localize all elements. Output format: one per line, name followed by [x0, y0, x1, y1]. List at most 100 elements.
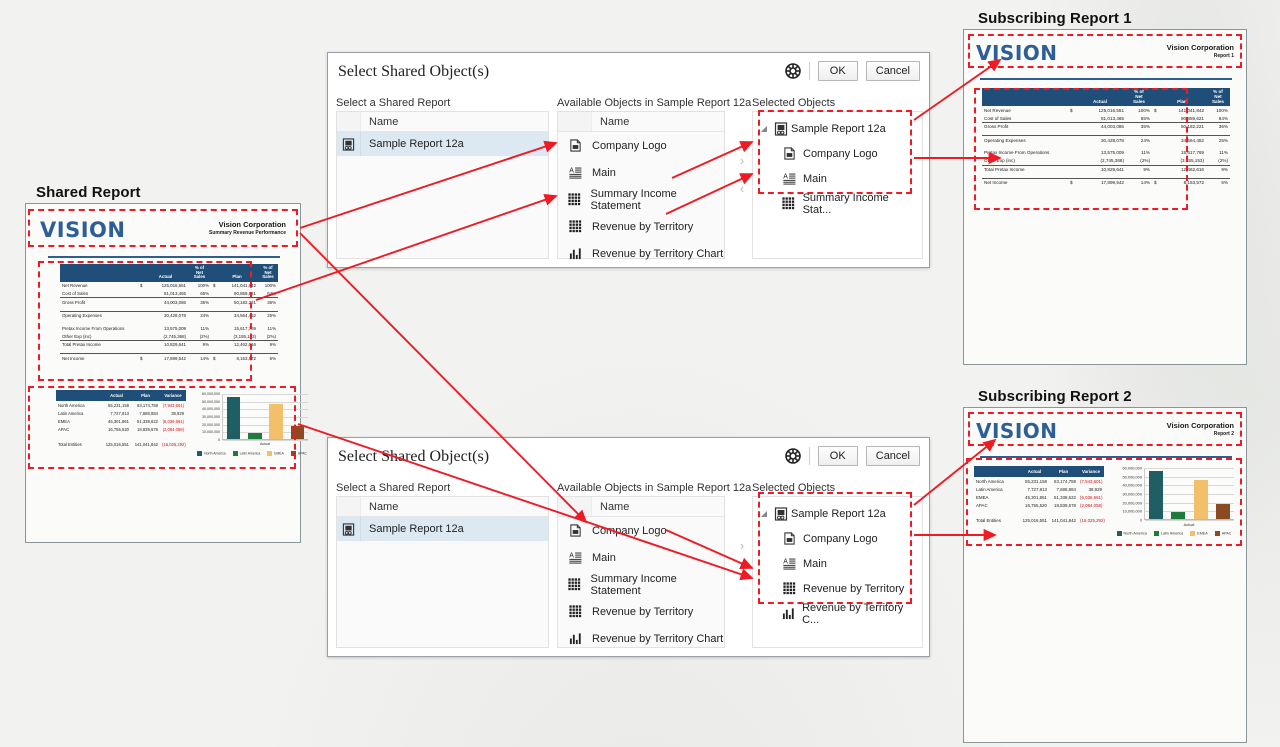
cell-pct-plan: 6%: [1206, 178, 1230, 186]
help-wheel-icon[interactable]: [785, 63, 801, 79]
row-label: Cost of Sales: [982, 114, 1068, 122]
list-item-sample-report-12a[interactable]: Sample Report 12a: [337, 517, 548, 541]
col-plan: Plan: [1158, 88, 1206, 106]
cell-pct-plan: 36%: [1206, 123, 1230, 131]
shared-report-list-panel[interactable]: Name Sample Report 12a: [336, 496, 549, 648]
row-label: Total Pretax Income: [982, 165, 1068, 173]
tree-root-node[interactable]: ◢ Sample Report 12a: [757, 116, 918, 141]
remove-from-selected-button[interactable]: ‹: [730, 181, 754, 196]
cell-pct-actual: (2%): [1126, 157, 1152, 165]
bar-latin-america: [248, 433, 262, 439]
select-shared-objects-dialog-1[interactable]: Select Shared Object(s) OK Cancel Select…: [327, 52, 930, 268]
chevron-collapse-icon[interactable]: ◢: [757, 124, 771, 133]
image-document-icon: [779, 532, 799, 545]
tree-root-node[interactable]: ◢ Sample Report 12a: [757, 501, 918, 526]
svg-text:A: A: [569, 553, 574, 560]
available-objects-list[interactable]: Company Logo A Main Summary Income State…: [558, 517, 724, 652]
revenue-by-territory-chart: 010,000,00020,000,00030,000,00040,000,00…: [1110, 464, 1238, 540]
cell-actual: 45,301,861: [1020, 493, 1049, 501]
table-row: Other Exp (inc) (2,745,368) (2%) (3,155,…: [60, 332, 278, 340]
cell-actual: 30,428,078: [143, 311, 188, 319]
list-header: Name: [558, 497, 724, 517]
ok-button[interactable]: OK: [818, 61, 858, 81]
y-axis-tick: 40,000,000: [1123, 483, 1142, 488]
list-item[interactable]: Company Logo: [558, 517, 724, 544]
cell-actual: 10,829,641: [1074, 165, 1126, 173]
y-axis-tick: 30,000,000: [202, 415, 220, 419]
cell-plan: (3,155,153): [1158, 157, 1206, 165]
sub2-corp-name: Vision Corporation: [1167, 421, 1234, 430]
list-item[interactable]: Summary Income Statement: [558, 571, 724, 598]
row-label: Net Income: [982, 178, 1068, 186]
help-wheel-icon[interactable]: [785, 448, 801, 464]
cell-pct-actual: 9%: [188, 341, 211, 349]
text-block-icon: A: [779, 557, 799, 570]
selected-objects-tree[interactable]: ◢ Sample Report 12a Company Logo A Main …: [757, 116, 918, 216]
tree-node-label: Revenue by Territory: [799, 583, 904, 595]
selected-objects-panel[interactable]: ◢ Sample Report 12a Company Logo A Main …: [752, 111, 923, 259]
row-label: APAC: [974, 501, 1020, 509]
ok-button[interactable]: OK: [818, 446, 858, 466]
cell-pct-actual: 24%: [1126, 136, 1152, 144]
shared-report-list-panel[interactable]: Name Sample Report 12a: [336, 111, 549, 259]
list-item[interactable]: A Main: [558, 544, 724, 571]
select-shared-objects-dialog-2[interactable]: Select Shared Object(s) OK Cancel Select…: [327, 437, 930, 657]
list-item[interactable]: Revenue by Territory: [558, 213, 724, 240]
tree-child-node[interactable]: Revenue by Territory: [757, 576, 918, 601]
tree-child-node[interactable]: Revenue by Territory C...: [757, 601, 918, 626]
tree-child-node[interactable]: Company Logo: [757, 141, 918, 166]
subscribing-report-1-paper: VISION Vision Corporation Report 1 Actua…: [963, 29, 1247, 365]
list-item-sample-report-12a[interactable]: Sample Report 12a: [337, 132, 548, 156]
tree-child-node[interactable]: A Main: [757, 166, 918, 191]
bar-chart-icon: [779, 607, 798, 620]
cancel-button[interactable]: Cancel: [866, 446, 920, 466]
col-plan: Plan: [216, 264, 258, 282]
income-statement-body: Net Revenue $ 125,016,551 100% $ 141,041…: [982, 106, 1230, 186]
tree-node-label: Company Logo: [799, 533, 878, 545]
list-item[interactable]: A Main: [558, 159, 724, 186]
legend-item: North America: [1117, 531, 1147, 536]
cell-plan: 15,617,769: [1158, 149, 1206, 157]
tree-child-node[interactable]: Summary Income Stat...: [757, 191, 918, 216]
list-item[interactable]: Revenue by Territory: [558, 598, 724, 625]
cell-actual: 44,003,086: [143, 298, 188, 306]
cell-pct-plan: 100%: [1206, 106, 1230, 114]
cell-actual: 55,231,158: [1020, 477, 1049, 485]
tree-child-node[interactable]: Company Logo: [757, 526, 918, 551]
text-block-icon: A: [779, 172, 799, 185]
col-actual: Actual: [1020, 466, 1049, 477]
row-label: Total Pretax Income: [60, 341, 138, 349]
cell-actual: 45,301,861: [102, 417, 131, 425]
cell-pct-actual: 65%: [1126, 114, 1152, 122]
list-item-label: Sample Report 12a: [361, 523, 464, 535]
list-item[interactable]: Summary Income Statement: [558, 186, 724, 213]
selected-objects-panel[interactable]: ◢ Sample Report 12a Company Logo A Main …: [752, 496, 923, 648]
table-row: North America 55,231,158 63,174,759 (7,9…: [974, 477, 1104, 485]
add-to-selected-button[interactable]: ›: [730, 538, 754, 553]
y-axis-tick: 0: [1140, 518, 1142, 523]
tree-node-label: Main: [799, 558, 827, 570]
list-item[interactable]: Company Logo: [558, 132, 724, 159]
list-item[interactable]: Revenue by Territory Chart: [558, 625, 724, 652]
cell-pct-plan: 11%: [258, 325, 278, 333]
sub2-corp-subtitle: Report 2: [1167, 431, 1234, 437]
row-label: Latin America: [974, 485, 1020, 493]
selected-objects-tree[interactable]: ◢ Sample Report 12a Company Logo A Main …: [757, 501, 918, 626]
cell-actual: (2,745,368): [143, 332, 188, 340]
list-item[interactable]: Revenue by Territory Chart: [558, 240, 724, 267]
remove-from-selected-button[interactable]: ‹: [730, 566, 754, 581]
available-objects-list[interactable]: Company Logo A Main Summary Income State…: [558, 132, 724, 267]
available-objects-panel[interactable]: Name Company Logo A Main Summary Income …: [557, 111, 725, 259]
row-label: Other Exp (inc): [60, 332, 138, 340]
sub2-territory-table: Actual Plan Variance North America 55,23…: [974, 466, 1104, 524]
add-to-selected-button[interactable]: ›: [730, 153, 754, 168]
legend-item: APAC: [1215, 531, 1232, 536]
tree-child-node[interactable]: A Main: [757, 551, 918, 576]
y-axis-tick: 50,000,000: [1123, 474, 1142, 479]
chart-legend: North AmericaLatin AmericaEMEAAPAC: [1110, 531, 1238, 536]
col-variance: Variance: [1078, 466, 1104, 477]
cancel-button[interactable]: Cancel: [866, 61, 920, 81]
sub1-corp-name: Vision Corporation: [1167, 43, 1234, 52]
available-objects-panel[interactable]: Name Company Logo A Main Summary Income …: [557, 496, 725, 648]
chevron-collapse-icon[interactable]: ◢: [757, 509, 771, 518]
